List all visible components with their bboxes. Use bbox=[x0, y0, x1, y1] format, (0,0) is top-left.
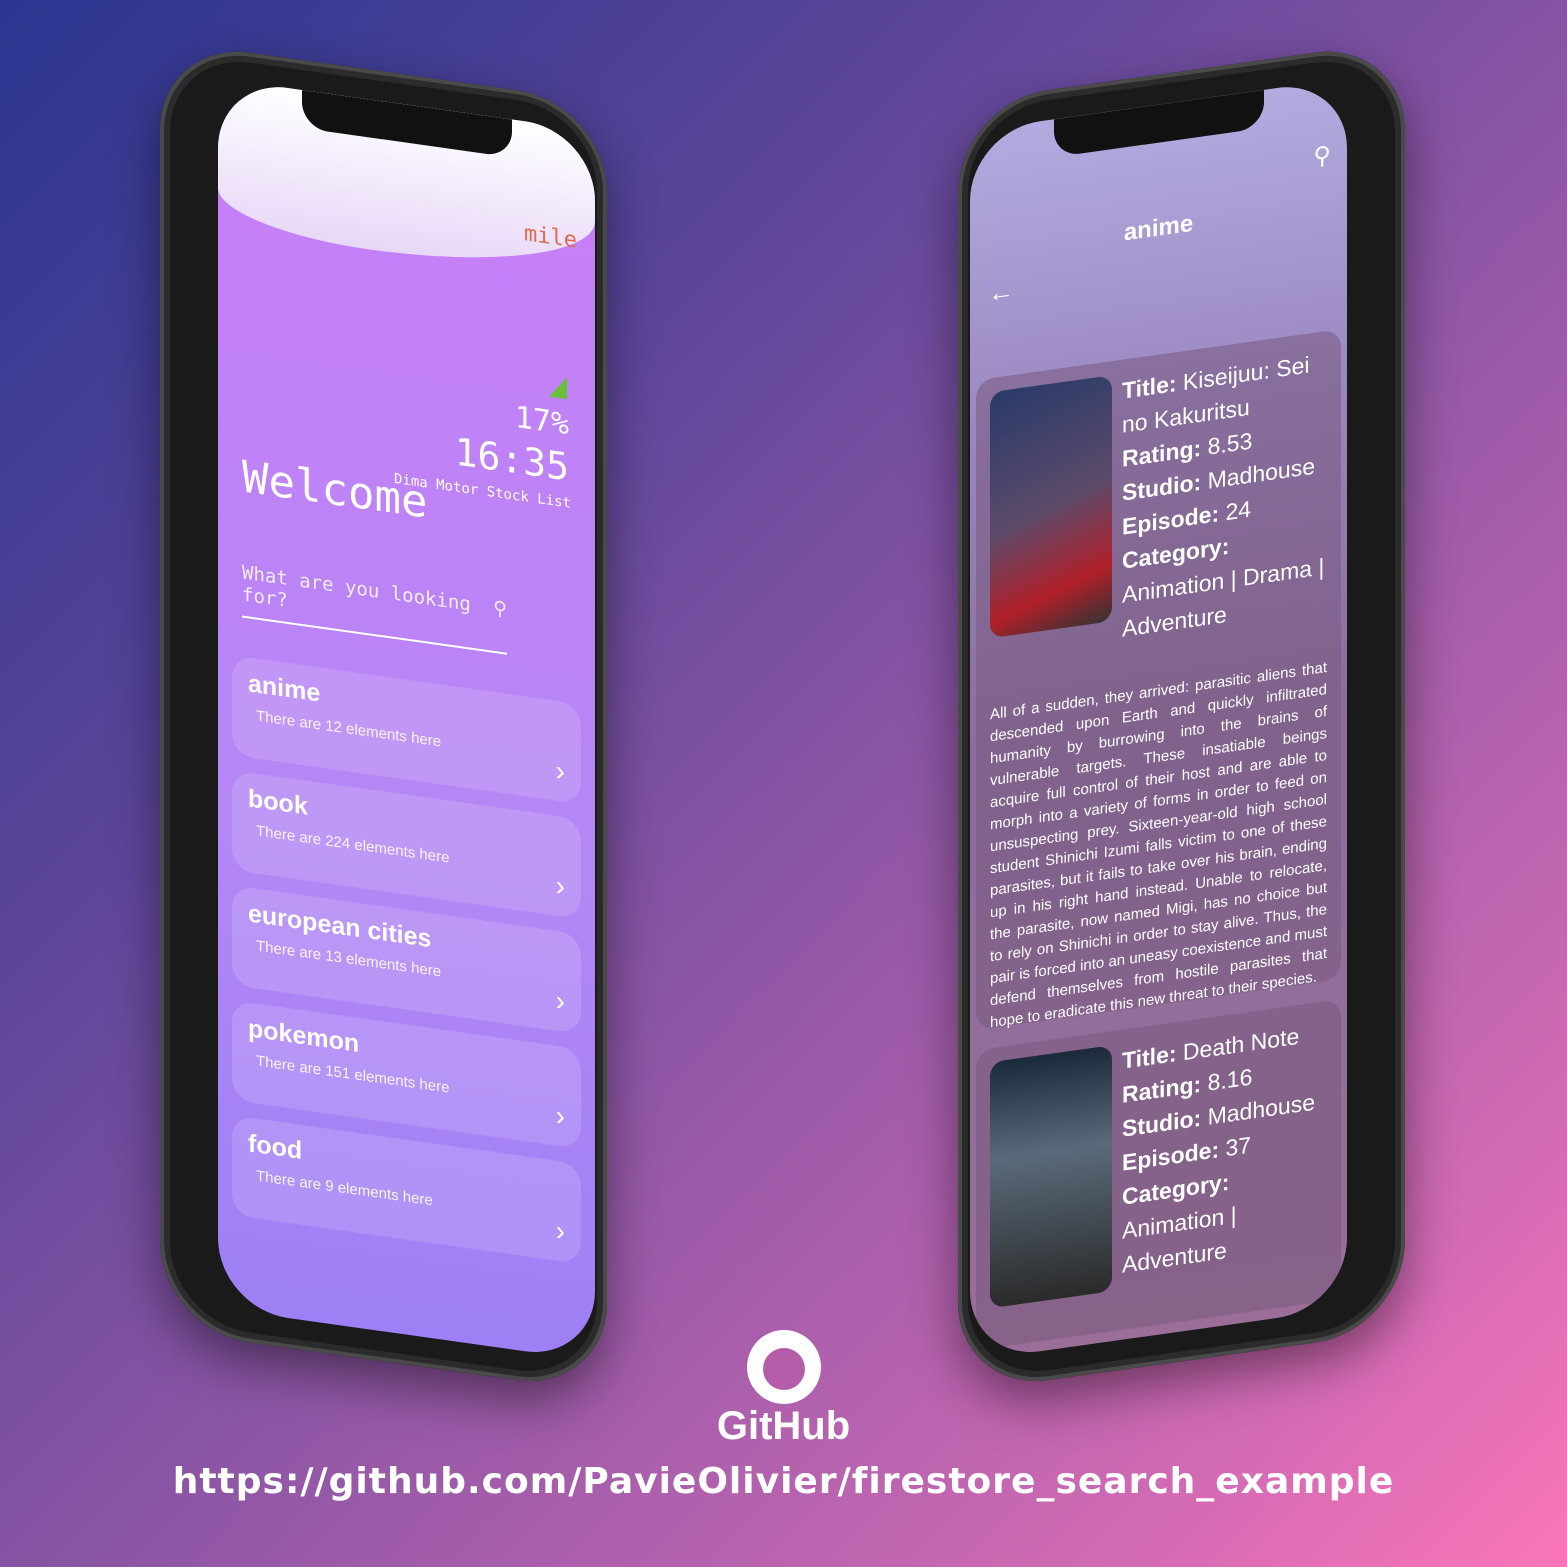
search-placeholder: What are you looking for? bbox=[242, 561, 471, 616]
chevron-right-icon: › bbox=[555, 1214, 565, 1247]
label: Episode: bbox=[1122, 1136, 1220, 1176]
label: Episode: bbox=[1122, 500, 1220, 540]
label: Studio: bbox=[1122, 468, 1202, 506]
anime-rating: 8.53 bbox=[1207, 427, 1253, 460]
anime-title: Death Note bbox=[1182, 1022, 1300, 1066]
anime-rating: 8.16 bbox=[1207, 1063, 1253, 1096]
welcome-title: Welcome bbox=[242, 451, 428, 529]
label: Category: bbox=[1122, 532, 1230, 574]
anime-list-screen: ⚲ anime ← Title: Kiseijuu: Sei no Kakuri… bbox=[970, 78, 1347, 1362]
anime-episodes: 24 bbox=[1225, 495, 1252, 526]
label: Studio: bbox=[1122, 1104, 1202, 1142]
home-screen: mile 17% 16:35 Dima Motor Stock List Wel… bbox=[218, 78, 595, 1362]
page-title: anime bbox=[1123, 209, 1194, 247]
battery-text: 17% bbox=[514, 399, 569, 443]
github-footer: GitHub https://github.com/PavieOlivier/f… bbox=[0, 1330, 1567, 1502]
anime-studio: Madhouse bbox=[1207, 1088, 1316, 1130]
chevron-right-icon: › bbox=[555, 754, 565, 787]
label: Title: bbox=[1122, 1040, 1177, 1074]
anime-episodes: 37 bbox=[1225, 1131, 1252, 1162]
github-wordmark: GitHub bbox=[716, 1404, 851, 1448]
anime-card[interactable]: Title: Death Note Rating: 8.16 Studio: M… bbox=[976, 998, 1341, 1351]
search-icon[interactable]: ⚲ bbox=[1313, 140, 1331, 171]
repo-link[interactable]: https://github.com/PavieOlivier/firestor… bbox=[0, 1461, 1567, 1502]
poster-image bbox=[990, 1045, 1112, 1309]
anime-category: Animation | Adventure bbox=[1122, 1201, 1237, 1278]
label: Title: bbox=[1122, 370, 1177, 404]
anime-studio: Madhouse bbox=[1207, 452, 1316, 494]
label: Rating: bbox=[1122, 434, 1202, 472]
signal-icon bbox=[549, 374, 567, 400]
label: Category: bbox=[1122, 1168, 1230, 1210]
notch bbox=[1053, 89, 1264, 158]
search-icon[interactable]: ⚲ bbox=[493, 597, 507, 643]
github-logo-icon bbox=[746, 1330, 821, 1404]
anime-card[interactable]: Title: Kiseijuu: Sei no Kakuritsu Rating… bbox=[976, 328, 1341, 1031]
label: Rating: bbox=[1122, 1070, 1202, 1108]
phone-mockup-right: ⚲ anime ← Title: Kiseijuu: Sei no Kakuri… bbox=[958, 40, 1405, 1393]
anime-description: All of a sudden, they arrived: parasitic… bbox=[990, 658, 1327, 1032]
chevron-right-icon: › bbox=[555, 869, 565, 902]
poster-image bbox=[990, 375, 1112, 639]
search-input[interactable]: What are you looking for? ⚲ bbox=[242, 561, 507, 655]
back-arrow-icon[interactable]: ← bbox=[988, 275, 1014, 310]
chevron-right-icon: › bbox=[555, 984, 565, 1017]
phone-mockup-left: mile 17% 16:35 Dima Motor Stock List Wel… bbox=[160, 40, 607, 1393]
chevron-right-icon: › bbox=[555, 1099, 565, 1132]
